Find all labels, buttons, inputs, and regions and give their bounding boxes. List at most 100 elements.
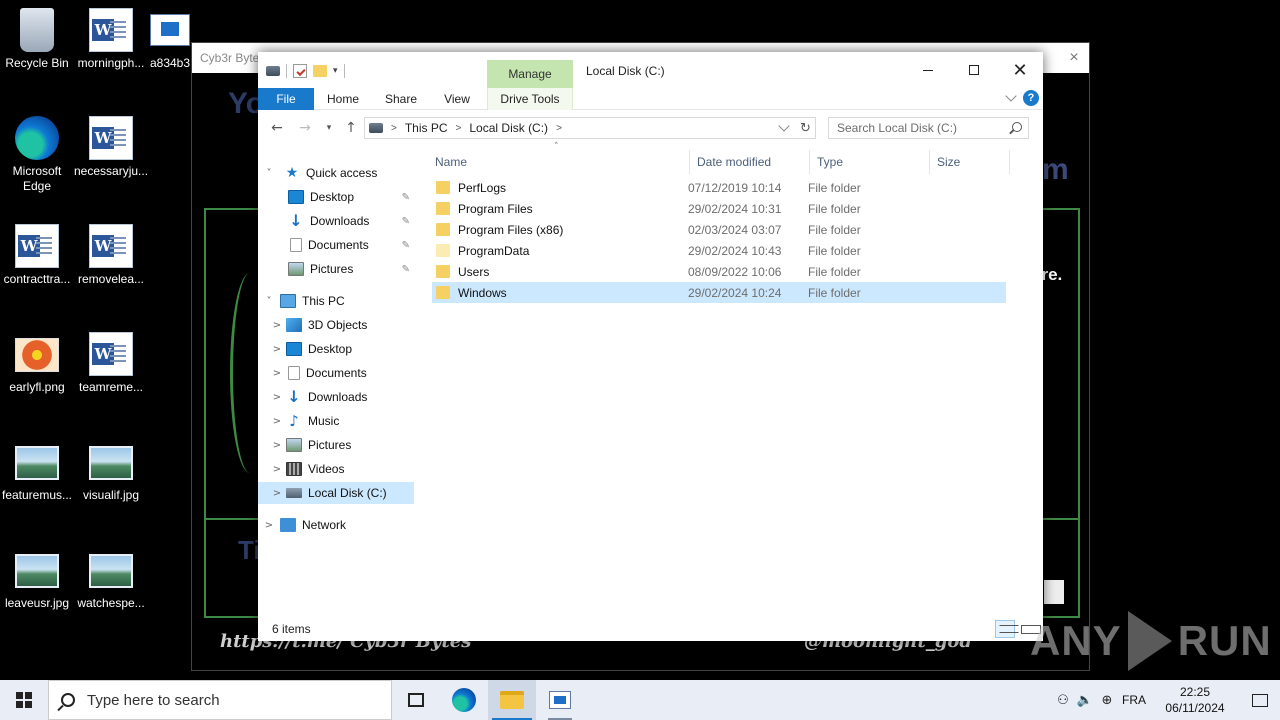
- pin-icon[interactable]: ✎: [402, 240, 410, 251]
- chevron-right-icon[interactable]: >: [268, 368, 286, 379]
- tab-view[interactable]: View: [442, 88, 472, 110]
- address-dropdown-button[interactable]: [775, 118, 793, 138]
- pin-icon[interactable]: ✎: [402, 192, 410, 203]
- search-input[interactable]: Search Local Disk (C:): [828, 117, 1029, 139]
- column-header-date-modified[interactable]: Date modified: [690, 150, 810, 174]
- new-folder-icon[interactable]: [313, 65, 327, 77]
- desktop-icon-recycle-bin[interactable]: Recycle Bin: [0, 8, 74, 71]
- desktop-icon-removelea[interactable]: W removelea...: [74, 224, 148, 287]
- help-icon[interactable]: ?: [1023, 90, 1039, 106]
- nav-pc-pictures[interactable]: > Pictures: [258, 434, 414, 456]
- taskbar-app-button[interactable]: [536, 680, 584, 720]
- tab-share[interactable]: Share: [382, 88, 420, 110]
- tab-drive-tools[interactable]: Drive Tools: [487, 88, 573, 110]
- details-view-button[interactable]: [995, 620, 1019, 638]
- chevron-down-icon[interactable]: ˅: [260, 296, 278, 307]
- breadcrumb-local-disk[interactable]: Local Disk (C:): [469, 121, 548, 135]
- desktop-icon-watchespe[interactable]: watchespe...: [74, 548, 148, 611]
- breadcrumb-chevron-icon[interactable]: >: [556, 123, 562, 134]
- desktop-icon-featuremus[interactable]: featuremus...: [0, 440, 74, 503]
- column-header-name[interactable]: Name: [428, 150, 690, 174]
- desktop-icon-earlyfl[interactable]: earlyfl.png: [0, 332, 74, 395]
- address-bar[interactable]: > This PC > Local Disk (C:) >: [364, 117, 816, 139]
- file-explorer-window[interactable]: ▾ Manage Local Disk (C:) ✕ File Home Sha…: [258, 52, 1043, 641]
- language-indicator[interactable]: FRA: [1122, 693, 1146, 707]
- close-button[interactable]: ✕: [997, 52, 1043, 88]
- chevron-down-icon[interactable]: ˅: [260, 168, 278, 179]
- minimize-button[interactable]: [905, 52, 951, 88]
- file-row[interactable]: ProgramData 29/02/2024 10:43 File folder: [432, 240, 1006, 261]
- nav-pc-3d-objects[interactable]: > 3D Objects: [258, 314, 414, 336]
- close-icon[interactable]: ×: [1059, 43, 1089, 73]
- explorer-titlebar[interactable]: ▾ Manage Local Disk (C:) ✕: [258, 52, 1043, 88]
- taskbar-edge-button[interactable]: [440, 680, 488, 720]
- chevron-right-icon[interactable]: >: [268, 464, 286, 475]
- nav-network[interactable]: > Network: [258, 514, 414, 536]
- task-view-button[interactable]: [392, 680, 440, 720]
- network-globe-icon[interactable]: ⊕: [1096, 693, 1118, 708]
- nav-pc-videos[interactable]: > Videos: [258, 458, 414, 480]
- desktop-icon-label: morningph...: [77, 56, 145, 70]
- file-row[interactable]: Windows 29/02/2024 10:24 File folder: [432, 282, 1006, 303]
- notifications-button[interactable]: [1240, 680, 1280, 720]
- maximize-button[interactable]: [951, 52, 997, 88]
- tab-home[interactable]: Home: [326, 88, 360, 110]
- pin-icon[interactable]: ✎: [402, 264, 410, 275]
- desktop-icon-contracttra[interactable]: W contracttra...: [0, 224, 74, 287]
- nav-quick-access[interactable]: ˅ ★ Quick access: [258, 162, 414, 184]
- chevron-right-icon[interactable]: >: [268, 344, 286, 355]
- desktop-icon-leaveusr[interactable]: leaveusr.jpg: [0, 548, 74, 611]
- nav-pc-downloads[interactable]: > ↓ Downloads: [258, 386, 414, 408]
- column-header-type[interactable]: Type: [810, 150, 930, 174]
- file-row[interactable]: Program Files 29/02/2024 10:31 File fold…: [432, 198, 1006, 219]
- nav-pc-desktop[interactable]: > Desktop: [258, 338, 414, 360]
- tab-file[interactable]: File: [258, 88, 314, 110]
- details-view-icon: [999, 625, 1019, 633]
- clock[interactable]: 22:25 06/11/2024: [1160, 684, 1230, 716]
- recent-locations-button[interactable]: ▾: [318, 118, 340, 138]
- people-icon[interactable]: ⚇: [1052, 693, 1074, 708]
- desktop-icon-necessaryju[interactable]: W necessaryju...: [74, 116, 148, 179]
- nav-qa-pictures[interactable]: Pictures ✎: [258, 258, 414, 280]
- pin-icon[interactable]: ✎: [402, 216, 410, 227]
- desktop-icon-morningph[interactable]: W morningph...: [74, 8, 148, 71]
- breadcrumb-chevron-icon[interactable]: >: [456, 123, 462, 134]
- forward-button[interactable]: →: [294, 118, 316, 138]
- chevron-right-icon[interactable]: >: [268, 488, 286, 499]
- nav-qa-documents[interactable]: Documents ✎: [258, 234, 414, 256]
- taskbar-search-box[interactable]: Type here to search: [48, 680, 392, 720]
- nav-qa-desktop[interactable]: Desktop ✎: [258, 186, 414, 208]
- column-header-size[interactable]: Size: [930, 150, 1010, 174]
- desktop-icon-a834b3[interactable]: a834b3: [148, 8, 192, 71]
- back-button[interactable]: ←: [266, 118, 288, 138]
- file-row[interactable]: Program Files (x86) 02/03/2024 03:07 Fil…: [432, 219, 1006, 240]
- properties-icon[interactable]: [293, 64, 307, 78]
- nav-pc-local-disk[interactable]: > Local Disk (C:): [258, 482, 414, 504]
- start-button[interactable]: [0, 680, 48, 720]
- breadcrumb-chevron-icon[interactable]: >: [391, 123, 397, 134]
- nav-pc-music[interactable]: > ♪ Music: [258, 410, 414, 432]
- volume-icon[interactable]: 🔈: [1074, 693, 1096, 708]
- file-row[interactable]: Users 08/09/2022 10:06 File folder: [432, 261, 1006, 282]
- chevron-right-icon[interactable]: >: [268, 320, 286, 331]
- chevron-right-icon[interactable]: >: [268, 440, 286, 451]
- up-button[interactable]: ↑: [340, 118, 362, 138]
- expand-ribbon-icon[interactable]: [1005, 90, 1017, 102]
- desktop-icon-visualif[interactable]: visualif.jpg: [74, 440, 148, 503]
- refresh-button[interactable]: ↻: [796, 117, 816, 139]
- chevron-right-icon[interactable]: >: [268, 392, 286, 403]
- chevron-right-icon[interactable]: >: [268, 416, 286, 427]
- nav-pc-documents[interactable]: > Documents: [258, 362, 414, 384]
- file-row[interactable]: PerfLogs 07/12/2019 10:14 File folder: [432, 177, 1006, 198]
- nav-this-pc[interactable]: ˅ This PC: [258, 290, 414, 312]
- breadcrumb-this-pc[interactable]: This PC: [405, 121, 448, 135]
- desktop-icon-teamreme[interactable]: W teamreme...: [74, 332, 148, 395]
- taskbar-file-explorer-button[interactable]: [488, 680, 536, 720]
- chevron-right-icon[interactable]: >: [260, 520, 278, 531]
- desktop-icon-edge[interactable]: Microsoft Edge: [0, 116, 74, 194]
- ransomware-input-edge[interactable]: [1044, 580, 1064, 604]
- nav-qa-downloads[interactable]: ↓ Downloads ✎: [258, 210, 414, 232]
- tab-manage[interactable]: Manage: [487, 60, 573, 88]
- customize-toolbar-icon[interactable]: ▾: [333, 66, 338, 76]
- pictures-icon: [286, 438, 302, 452]
